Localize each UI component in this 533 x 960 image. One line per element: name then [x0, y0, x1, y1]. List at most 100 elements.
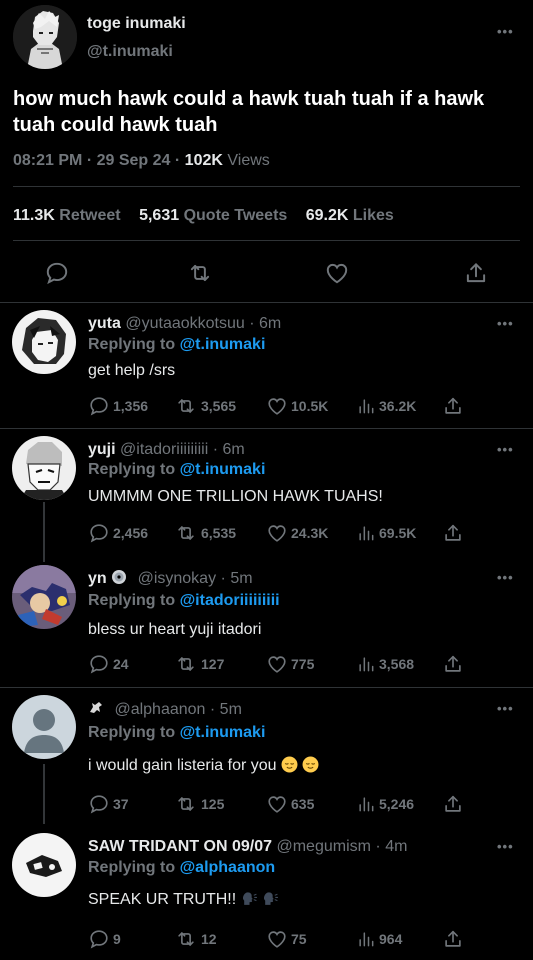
- more-horizontal-icon[interactable]: •••: [497, 570, 514, 585]
- tweet-text: how much hawk could a hawk tuah tuah if …: [13, 88, 485, 136]
- reply-text: i would gain listeria for you: [88, 756, 319, 775]
- reply-avatar[interactable]: [12, 833, 76, 897]
- views-count[interactable]: 69.5K: [356, 522, 416, 544]
- reply-tweet[interactable]: @alphaanon · 5m ••• Replying to @t.inuma…: [0, 689, 533, 824]
- author-display-name[interactable]: toge inumaki: [87, 15, 186, 33]
- meta-separator: ·: [86, 152, 93, 169]
- reply-count[interactable]: 24: [88, 653, 129, 675]
- retweet-icon: [178, 932, 194, 946]
- like-count[interactable]: 75: [266, 928, 307, 950]
- reply-time[interactable]: 5m: [230, 570, 252, 587]
- reply-handle[interactable]: @itadoriiiiiiiii: [120, 441, 208, 458]
- relieved-face-emoji: [281, 756, 302, 774]
- reply-handle[interactable]: @alphaanon: [114, 701, 205, 718]
- reply-text: UMMMM ONE TRILLION HAWK TUAHS!: [88, 488, 383, 505]
- share-icon[interactable]: [442, 653, 464, 675]
- reply-tweet[interactable]: yuji @itadoriiiiiiiii · 6m ••• Replying …: [0, 430, 533, 562]
- reply-actions: 9 12 75 964: [88, 928, 518, 950]
- share-icon[interactable]: [442, 395, 464, 417]
- reply-time[interactable]: 4m: [385, 838, 407, 855]
- retweet-icon: [178, 797, 194, 811]
- reply-avatar[interactable]: [12, 436, 76, 500]
- reply-avatar[interactable]: [12, 310, 76, 374]
- share-icon[interactable]: [442, 928, 464, 950]
- reply-time[interactable]: 5m: [220, 701, 242, 718]
- reply-handle[interactable]: @megumism: [276, 838, 370, 855]
- reply-count[interactable]: 9: [88, 928, 121, 950]
- reply-display-name[interactable]: yn: [88, 570, 107, 587]
- retweet-count[interactable]: 125: [174, 793, 224, 815]
- replying-to-link[interactable]: @itadoriiiiiiiii: [180, 592, 280, 609]
- like-count[interactable]: 10.5K: [266, 395, 328, 417]
- retweet-count[interactable]: 6,535: [174, 522, 236, 544]
- reply-tweet[interactable]: yn @isynokay · 5m ••• Replying to @itado…: [0, 555, 533, 688]
- views-count[interactable]: 964: [356, 928, 402, 950]
- tweet-time[interactable]: 08:21 PM: [13, 152, 82, 169]
- likes-stat[interactable]: 69.2K Likes: [306, 207, 408, 224]
- quotes-stat[interactable]: 5,631 Quote Tweets: [139, 207, 301, 224]
- reply-time[interactable]: 6m: [259, 315, 281, 332]
- reply-icon: [90, 524, 108, 543]
- reply-time[interactable]: 6m: [223, 441, 245, 458]
- author-avatar[interactable]: [13, 5, 77, 69]
- replying-to: Replying to @t.inumaki: [88, 461, 266, 478]
- replying-to-link[interactable]: @alphaanon: [180, 859, 276, 876]
- reply-display-name[interactable]: SAW TRIDANT ON 09/07: [88, 838, 272, 855]
- views-count[interactable]: 5,246: [356, 793, 414, 815]
- views-count[interactable]: 3,568: [356, 653, 414, 675]
- reply-tweet[interactable]: SAW TRIDANT ON 09/07 @megumism · 4m ••• …: [0, 821, 533, 960]
- more-horizontal-icon[interactable]: •••: [497, 24, 514, 39]
- reply-avatar[interactable]: [12, 565, 76, 629]
- reply-text: bless ur heart yuji itadori: [88, 621, 262, 638]
- reply-icon: [90, 795, 108, 814]
- like-icon[interactable]: [324, 260, 350, 286]
- share-icon[interactable]: [442, 522, 464, 544]
- reply-actions: 1,356 3,565 10.5K 36.2K: [88, 395, 518, 417]
- meta-separator: ·: [209, 701, 216, 718]
- replying-to-link[interactable]: @t.inumaki: [180, 724, 266, 741]
- relieved-face-emoji: [302, 756, 319, 774]
- speaking-head-emoji: [241, 891, 262, 908]
- retweet-count[interactable]: 12: [174, 928, 217, 950]
- views-count[interactable]: 36.2K: [356, 395, 416, 417]
- meta-separator: ·: [212, 441, 219, 458]
- meta-separator: ·: [375, 838, 381, 855]
- reply-display-name[interactable]: yuji: [88, 441, 116, 458]
- retweets-stat[interactable]: 11.3K Retweet: [13, 207, 135, 224]
- retweet-count[interactable]: 127: [174, 653, 224, 675]
- more-horizontal-icon[interactable]: •••: [497, 316, 514, 331]
- reply-count[interactable]: 1,356: [88, 395, 148, 417]
- replying-to-link[interactable]: @t.inumaki: [180, 461, 266, 478]
- like-count[interactable]: 24.3K: [266, 522, 328, 544]
- more-horizontal-icon[interactable]: •••: [497, 442, 514, 457]
- disc-emoji: [111, 570, 131, 587]
- share-icon[interactable]: [442, 793, 464, 815]
- like-count[interactable]: 635: [266, 793, 314, 815]
- reply-count[interactable]: 2,456: [88, 522, 148, 544]
- reply-icon: [90, 930, 108, 949]
- reply-display-name[interactable]: yuta: [88, 315, 121, 332]
- reply-text: get help /srs: [88, 362, 176, 379]
- reply-handle[interactable]: @yutaaokkotsuu: [125, 315, 244, 332]
- reply-tweet[interactable]: yuta @yutaaokkotsuu · 6m ••• Replying to…: [0, 304, 533, 429]
- reply-handle[interactable]: @isynokay: [138, 570, 217, 587]
- tweet-date[interactable]: 29 Sep 24: [97, 152, 171, 169]
- reply-avatar[interactable]: [12, 695, 76, 759]
- retweet-icon[interactable]: [187, 260, 213, 286]
- replying-to: Replying to @t.inumaki: [88, 336, 266, 353]
- reply-count[interactable]: 37: [88, 793, 129, 815]
- retweet-count[interactable]: 3,565: [174, 395, 236, 417]
- more-horizontal-icon[interactable]: •••: [497, 839, 514, 854]
- replying-to-link[interactable]: @t.inumaki: [180, 336, 266, 353]
- author-handle[interactable]: @t.inumaki: [87, 43, 173, 61]
- views-icon: [359, 526, 374, 541]
- more-horizontal-icon[interactable]: •••: [497, 701, 514, 716]
- divider: [13, 186, 520, 187]
- like-icon: [268, 656, 286, 673]
- reply-icon[interactable]: [44, 260, 70, 286]
- share-icon[interactable]: [463, 260, 489, 286]
- meta-separator: ·: [249, 315, 255, 332]
- like-count[interactable]: 775: [266, 653, 314, 675]
- views-icon: [359, 797, 374, 812]
- replying-to: Replying to @alphaanon: [88, 859, 276, 876]
